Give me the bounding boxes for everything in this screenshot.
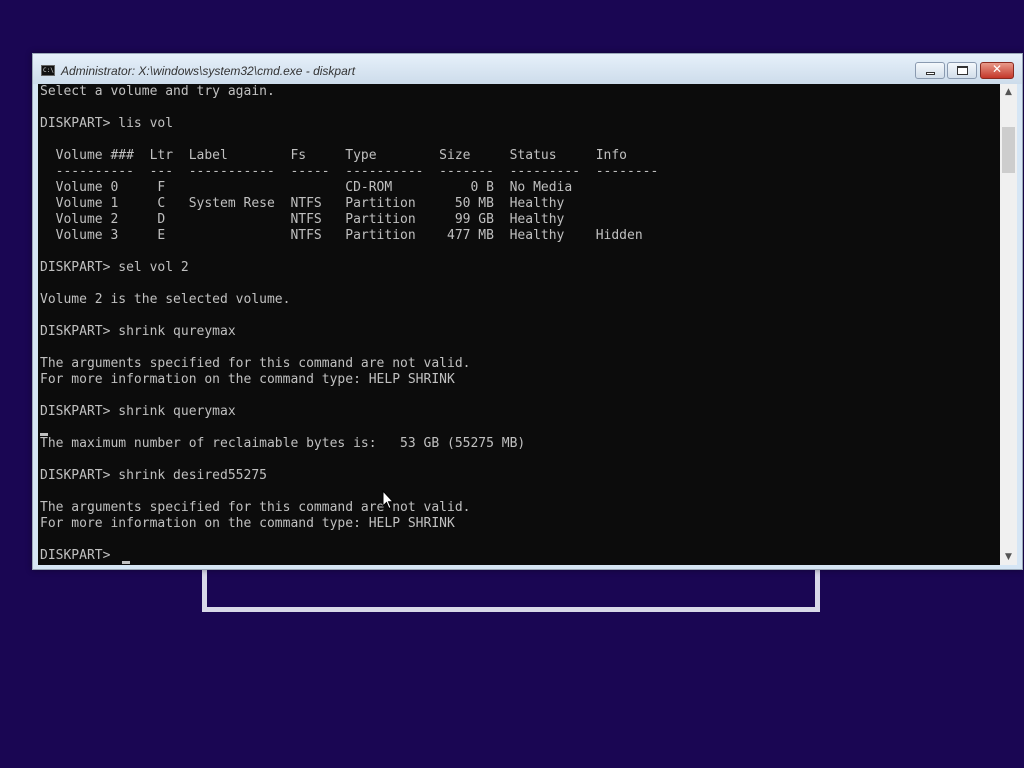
console-line: ---------- --- ----------- ----- -------… [40, 164, 659, 179]
cmd-icon: C:\ [41, 65, 55, 76]
console-line: For more information on the command type… [40, 516, 455, 531]
console-line: DISKPART> lis vol [40, 116, 174, 131]
console-line: The arguments specified for this command… [40, 356, 471, 371]
minimize-button[interactable] [915, 62, 945, 79]
console-line: The arguments specified for this command… [40, 500, 471, 515]
scroll-up-arrow-icon[interactable]: ▲ [1000, 84, 1017, 100]
window-title: Administrator: X:\windows\system32\cmd.e… [61, 64, 356, 78]
console-line: Volume 0 F CD-ROM 0 B No Media [40, 180, 573, 195]
console-line: DISKPART> shrink querymax [40, 404, 236, 419]
console-line: Select a volume and try again. [40, 84, 275, 99]
console-line: Volume ### Ltr Label Fs Type Size Status… [40, 148, 627, 163]
console-line: Volume 2 is the selected volume. [40, 292, 291, 307]
console-line: For more information on the command type… [40, 372, 455, 387]
maximize-icon [957, 66, 968, 75]
console-line: Volume 3 E NTFS Partition 477 MB Healthy… [40, 228, 643, 243]
console-line: DISKPART> shrink desired55275 [40, 468, 267, 483]
mouse-pointer-icon [382, 490, 394, 510]
console-line: Volume 1 C System Rese NTFS Partition 50… [40, 196, 565, 211]
text-cursor-mark [40, 433, 48, 436]
blinking-cursor [122, 561, 130, 564]
console-line: Volume 2 D NTFS Partition 99 GB Healthy [40, 212, 565, 227]
console-line: DISKPART> [40, 548, 119, 563]
close-button[interactable]: ✕ [980, 62, 1014, 79]
desktop-background: C:\ Administrator: X:\windows\system32\c… [0, 0, 1024, 768]
console-line: DISKPART> shrink qureymax [40, 324, 236, 339]
console-line: DISKPART> sel vol 2 [40, 260, 189, 275]
console-output[interactable]: Select a volume and try again. DISKPART>… [38, 84, 1000, 565]
close-icon: ✕ [991, 62, 1003, 76]
maximize-button[interactable] [947, 62, 977, 79]
cmd-window[interactable]: C:\ Administrator: X:\windows\system32\c… [32, 53, 1023, 570]
console-line: The maximum number of reclaimable bytes … [40, 436, 526, 451]
setup-window-frame [202, 566, 820, 612]
scroll-down-arrow-icon[interactable]: ▼ [1000, 549, 1017, 565]
scroll-thumb[interactable] [1002, 127, 1015, 173]
minimize-icon [926, 72, 935, 75]
title-bar[interactable]: C:\ Administrator: X:\windows\system32\c… [33, 54, 1022, 84]
console-text: Select a volume and try again. DISKPART>… [38, 84, 1000, 564]
vertical-scrollbar[interactable]: ▲ ▼ [1000, 84, 1017, 565]
